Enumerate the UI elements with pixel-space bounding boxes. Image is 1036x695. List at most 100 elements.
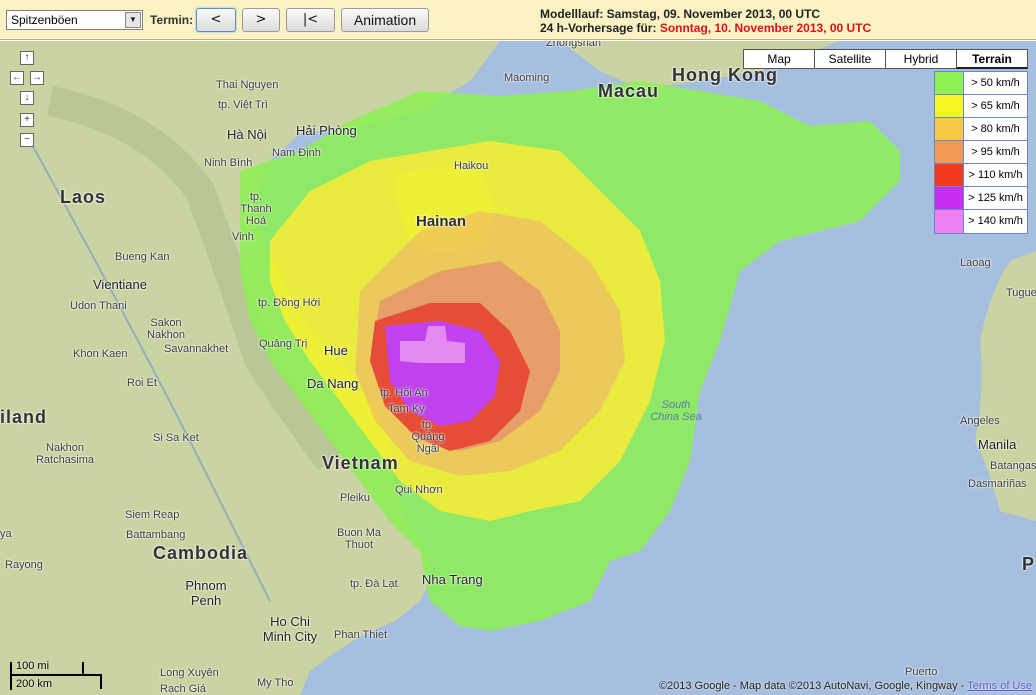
map-type-hybrid[interactable]: Hybrid [885,49,957,69]
label-hainan: Hainan [416,213,467,230]
run-info: Modelllauf: Samstag, 09. November 2013, … [540,7,871,35]
label-nha-trang: Nha Trang [422,572,483,587]
label-puerto: Puerto [905,666,938,678]
label-da-lat: tp. Đà Lạt [350,578,398,590]
legend-row: > 50 km/h [935,72,1027,95]
label-thai-nguyen: Thai Nguyen [216,79,279,91]
label-si-sa-ket: Si Sa Ket [153,432,199,444]
map[interactable]: Hong Kong Macau Zhongshan Maoming Thai N… [0,41,1036,695]
legend-swatch [935,72,964,94]
animation-button[interactable]: Animation [341,8,429,32]
label-buon-ma-thuot: Buon Ma Thuot [336,527,382,551]
label-cambodia: Cambodia [153,543,249,563]
label-vietnam: Vietnam [322,453,399,473]
pan-left-icon[interactable]: ← [10,71,24,85]
label-macau: Macau [598,81,660,101]
legend-swatch [935,187,964,209]
pan-up-icon[interactable]: ↑ [20,51,34,65]
label-ya: ya [0,528,12,540]
legend-row: > 125 km/h [935,187,1027,210]
label-vinh: Vinh [232,231,254,243]
label-qui-nhon: Qui Nhơn [395,484,443,496]
pan-down-icon[interactable]: ↓ [20,91,34,105]
label-tugue: Tugue [1006,287,1036,299]
label-ho-chi-minh: Ho Chi Minh City [262,614,318,644]
label-nakhon-ratchasima: Nakhon Ratchasima [35,442,95,466]
label-nam-dinh: Nam Định [272,147,321,159]
label-rayong: Rayong [5,559,43,571]
parameter-select-value: Spitzenböen [11,13,78,27]
label-sakon-nakhon: Sakon Nakhon [147,317,185,341]
label-roi-et: Roi Et [127,377,157,389]
label-savannakhet: Savannakhet [164,343,229,355]
app-root: Spitzenböen ▼ Termin: < > |< Animation M… [0,0,1036,695]
legend-label: > 50 km/h [971,77,1020,89]
label-thanh-hoa: tp. Thanh Hoá [240,191,272,227]
forecast-prefix: 24 h-Vorhersage für: [540,21,660,35]
parameter-select[interactable]: Spitzenböen ▼ [6,10,143,30]
next-button[interactable]: > [242,8,280,32]
label-phan-thiet: Phan Thiet [334,629,388,641]
label-batangas: Batangas [990,460,1036,472]
chevron-down-icon[interactable]: ▼ [125,12,141,28]
previous-button[interactable]: < [196,8,236,32]
legend-swatch [935,164,964,186]
label-maoming: Maoming [504,72,550,84]
termin-label: Termin: [150,13,194,27]
scale-tick [10,662,12,690]
map-type-terrain[interactable]: Terrain [956,49,1028,69]
copyright: ©2013 Google - Map data ©2013 AutoNavi, … [659,680,1032,692]
terms-of-use-link[interactable]: Terms of Use [967,680,1032,692]
label-p-edge: P [1022,554,1036,574]
label-viet-tri: tp. Việt Trì [218,99,268,111]
label-angeles: Angeles [960,415,1000,427]
label-dasmarinas: Dasmariñas [968,478,1027,490]
legend-label: > 80 km/h [971,123,1020,135]
label-pleiku: Pleiku [340,492,370,504]
label-long-xuyen: Long Xuyên [160,667,219,679]
legend-label: > 65 km/h [971,100,1020,112]
label-siem-reap: Siem Reap [125,509,180,521]
legend-row: > 80 km/h [935,118,1027,141]
legend-row: > 140 km/h [935,210,1027,233]
scale-km: 200 km [16,678,53,690]
label-dong-hoi: tp. Đồng Hới [258,297,321,309]
scale-tick [100,675,102,689]
legend-label: > 110 km/h [968,169,1023,181]
legend-label: > 95 km/h [971,146,1020,158]
legend-swatch [935,95,964,117]
model-run-label: Modelllauf: Samstag, 09. November 2013, … [540,7,821,21]
label-rach-gia: Rạch Giá [160,683,206,695]
label-battambang: Battambang [126,529,186,541]
label-zhongshan: Zhongshan [546,41,602,49]
legend-row: > 110 km/h [935,164,1027,187]
toolbar: Spitzenböen ▼ Termin: < > |< Animation M… [0,0,1036,40]
scale-miles: 100 mi [16,660,50,672]
label-khon-kaen: Khon Kaen [73,348,128,360]
label-hue: Hue [324,343,348,358]
label-haikou: Haikou [454,160,489,172]
label-quang-ngai: tp. Quảng Ngãi [411,419,445,455]
label-udon-thani: Udon Thani [70,300,127,312]
label-laos: Laos [60,187,107,207]
zoom-out-icon[interactable]: − [20,133,34,147]
map-type-control: Map Satellite Hybrid Terrain [743,49,1028,69]
copyright-text: ©2013 Google - Map data ©2013 AutoNavi, … [658,680,968,692]
scale-bar: 100 mi 200 km [10,658,110,692]
label-laoag: Laoag [960,257,991,269]
first-button[interactable]: |< [286,8,335,32]
label-da-nang: Da Nang [307,376,359,391]
pan-right-icon[interactable]: → [30,71,44,85]
scale-line [10,674,102,676]
label-manila: Manila [978,437,1017,452]
forecast-date: Sonntag, 10. November 2013, 00 UTC [659,21,872,35]
map-type-map[interactable]: Map [743,49,815,69]
basemap [0,41,1036,695]
label-bueng-kan: Bueng Kan [115,251,170,263]
legend-row: > 65 km/h [935,95,1027,118]
label-vientiane: Vientiane [93,277,147,292]
label-thailand: iland [0,407,48,427]
map-type-satellite[interactable]: Satellite [814,49,886,69]
zoom-in-icon[interactable]: + [20,113,34,127]
label-phnom-penh: Phnom Penh [185,578,227,608]
